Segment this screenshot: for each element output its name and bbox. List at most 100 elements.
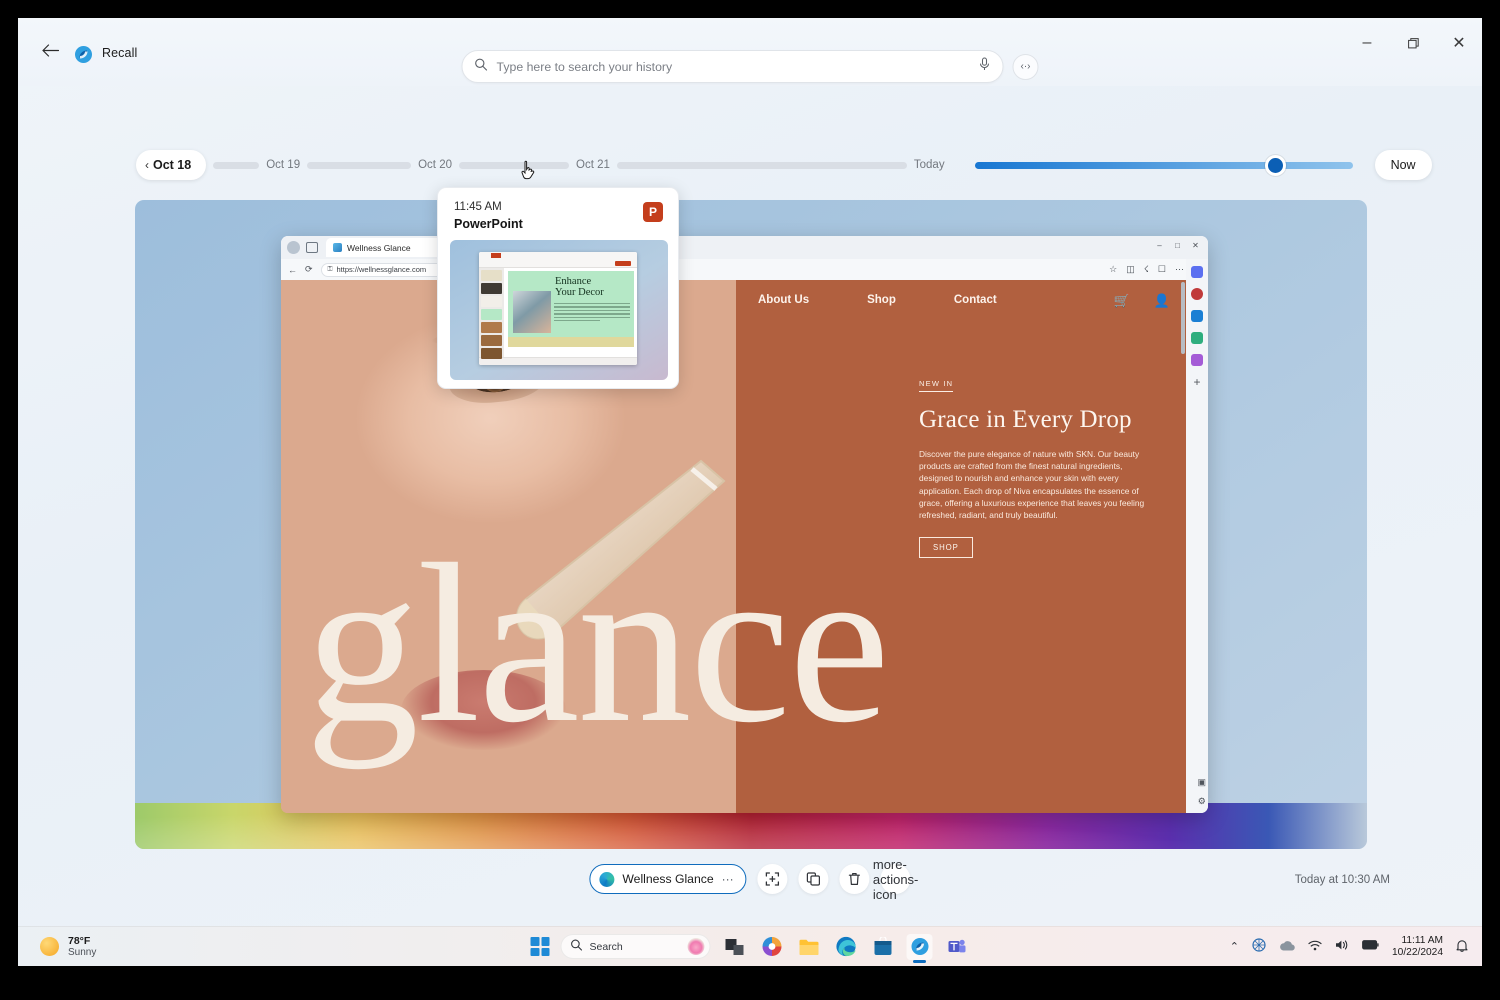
system-tray: ⌃ 11:11 AM 10/22/2024 xyxy=(1230,935,1468,959)
search-icon xyxy=(475,58,488,76)
recall-snapshot[interactable]: Wellness Glance ✕ – □ ✕ ← ⟳ ⚿ https://we… xyxy=(135,200,1367,849)
security-icon[interactable] xyxy=(1252,938,1266,955)
browser-toolbar-icons: ☆ ◫ ☇ ☐ ⋯ xyxy=(1109,264,1184,275)
outlook-icon[interactable] xyxy=(1191,310,1203,322)
microphone-icon[interactable] xyxy=(979,57,991,76)
minimize-button[interactable]: – xyxy=(1344,18,1390,68)
page-settings-icon[interactable]: ⚙ xyxy=(1198,796,1206,807)
timeline-label-oct21: Oct 21 xyxy=(576,159,610,171)
lips-detail xyxy=(401,670,566,750)
edge-button[interactable] xyxy=(833,934,859,960)
window-controls: – ✕ xyxy=(1344,18,1482,68)
settings-more-icon[interactable]: ⋯ xyxy=(1175,264,1184,275)
hero-eyebrow: NEW IN xyxy=(919,379,954,392)
shopping-cart-icon[interactable]: 🛒 xyxy=(1114,293,1130,309)
onedrive-icon[interactable] xyxy=(1279,940,1295,954)
games-icon[interactable] xyxy=(1191,332,1203,344)
search-icon xyxy=(571,938,583,956)
timeline-current-day[interactable]: ‹ Oct 18 xyxy=(136,150,207,180)
teams-button[interactable] xyxy=(944,934,970,960)
browser-nav-bar: ← ⟳ ⚿ https://wellnessglance.com ☆ ◫ ☇ ☐… xyxy=(281,259,1208,280)
wifi-icon[interactable] xyxy=(1308,940,1322,954)
nav-contact[interactable]: Contact xyxy=(954,294,997,306)
timeline-slider-handle[interactable] xyxy=(1264,154,1286,176)
browser-essentials-icon[interactable]: ☐ xyxy=(1158,264,1166,275)
page-content: About Us Shop Contact 🛒 👤 NEW IN Grace i… xyxy=(281,280,1186,813)
notifications-bell-icon[interactable] xyxy=(1456,939,1468,955)
browser-tab-strip: Wellness Glance ✕ – □ ✕ xyxy=(281,236,1208,259)
profile-avatar[interactable] xyxy=(287,241,300,254)
hero-section: About Us Shop Contact 🛒 👤 NEW IN Grace i… xyxy=(736,280,1186,813)
screenshot-select-button[interactable] xyxy=(757,864,788,894)
designer-icon[interactable] xyxy=(1191,354,1203,366)
chevron-left-icon: ‹ xyxy=(145,158,149,172)
timeline-segment[interactable] xyxy=(307,161,412,169)
timeline-segment[interactable] xyxy=(616,161,907,169)
browser-back-icon[interactable]: ← xyxy=(288,265,297,275)
back-button[interactable] xyxy=(32,34,68,66)
browser-close[interactable]: ✕ xyxy=(1187,238,1204,253)
search-placeholder: Type here to search your history xyxy=(496,59,673,74)
timeline: ‹ Oct 18 Oct 19 Oct 20 Oct 21 Today Now xyxy=(136,148,1432,182)
preview-time: 11:45 AM xyxy=(454,201,502,213)
reading-view-icon[interactable]: ▣ xyxy=(1197,777,1206,788)
recall-button[interactable] xyxy=(906,933,933,960)
add-icon[interactable]: + xyxy=(1191,376,1203,388)
sun-icon xyxy=(40,937,59,956)
ppt-slide-title: Enhance Your Decor xyxy=(555,276,604,298)
now-button[interactable]: Now xyxy=(1374,150,1432,180)
user-account-icon[interactable]: 👤 xyxy=(1154,293,1170,309)
site-nav: About Us Shop Contact xyxy=(758,294,997,306)
restore-button[interactable] xyxy=(1390,18,1436,68)
current-day-label: Oct 18 xyxy=(153,158,192,172)
delete-button[interactable] xyxy=(839,864,870,894)
page-bottom-actions: ▣ ⚙ xyxy=(1197,777,1206,807)
taskbar-apps: Search xyxy=(530,933,970,960)
copilot-button[interactable] xyxy=(759,934,785,960)
favorites-icon[interactable]: ☆ xyxy=(1109,264,1117,275)
battery-icon[interactable] xyxy=(1362,940,1379,953)
snapshot-preview-tooltip[interactable]: 11:45 AM PowerPoint P Enhance Your Decor xyxy=(437,187,679,389)
app-title: Recall xyxy=(102,46,138,60)
taskbar-search[interactable]: Search xyxy=(560,934,711,959)
app-source-pill[interactable]: Wellness Glance ··· xyxy=(589,864,747,894)
collections-icon[interactable]: ☇ xyxy=(1144,264,1149,275)
timeline-segment[interactable] xyxy=(213,161,260,169)
app-source-more-icon[interactable]: ··· xyxy=(722,872,734,886)
file-explorer-button[interactable] xyxy=(796,934,822,960)
microsoft-store-button[interactable] xyxy=(870,934,896,960)
timeline-segment[interactable] xyxy=(459,161,569,169)
search-more-options-icon[interactable]: ‹·› xyxy=(1012,53,1039,80)
close-button[interactable]: ✕ xyxy=(1436,18,1482,68)
more-actions-button[interactable]: more-actions-icon xyxy=(873,857,919,902)
taskbar-weather-widget[interactable]: 78°F Sunny xyxy=(40,935,96,959)
timeline-label-oct20: Oct 20 xyxy=(418,159,452,171)
app-source-name: Wellness Glance xyxy=(622,872,714,886)
tab-actions-icon[interactable] xyxy=(306,242,318,253)
volume-icon[interactable] xyxy=(1335,939,1349,954)
tray-chevron-up-icon[interactable]: ⌃ xyxy=(1230,940,1239,953)
site-nav-actions: 🛒 👤 xyxy=(1114,293,1170,309)
copy-button[interactable] xyxy=(798,864,829,894)
browser-minimize[interactable]: – xyxy=(1151,238,1168,253)
hero-shop-button[interactable]: SHOP xyxy=(919,537,973,559)
snapshot-timestamp: Today at 10:30 AM xyxy=(1294,874,1390,886)
lotus-icon xyxy=(687,938,705,955)
timeline-slider[interactable] xyxy=(974,154,1353,176)
nav-about-us[interactable]: About Us xyxy=(758,294,809,306)
browser-reload-icon[interactable]: ⟳ xyxy=(305,264,313,275)
browser-restore[interactable]: □ xyxy=(1169,238,1186,253)
title-bar: Recall Type here to search your history … xyxy=(18,18,1482,86)
shopping-icon[interactable] xyxy=(1191,266,1203,278)
weather-condition: Sunny xyxy=(68,946,97,958)
powerpoint-window-thumb: Enhance Your Decor xyxy=(479,252,637,365)
office-icon[interactable] xyxy=(1191,288,1203,300)
nav-shop[interactable]: Shop xyxy=(867,294,896,306)
page-scrollbar[interactable] xyxy=(1181,282,1185,354)
task-view-button[interactable] xyxy=(722,934,748,960)
start-button[interactable] xyxy=(530,937,550,956)
windows-taskbar: 78°F Sunny Search ⌃ 11:11 AM 10/22/2024 xyxy=(18,926,1482,966)
split-screen-icon[interactable]: ◫ xyxy=(1126,264,1135,275)
search-input[interactable]: Type here to search your history xyxy=(461,50,1004,83)
taskbar-clock[interactable]: 11:11 AM 10/22/2024 xyxy=(1392,935,1443,959)
